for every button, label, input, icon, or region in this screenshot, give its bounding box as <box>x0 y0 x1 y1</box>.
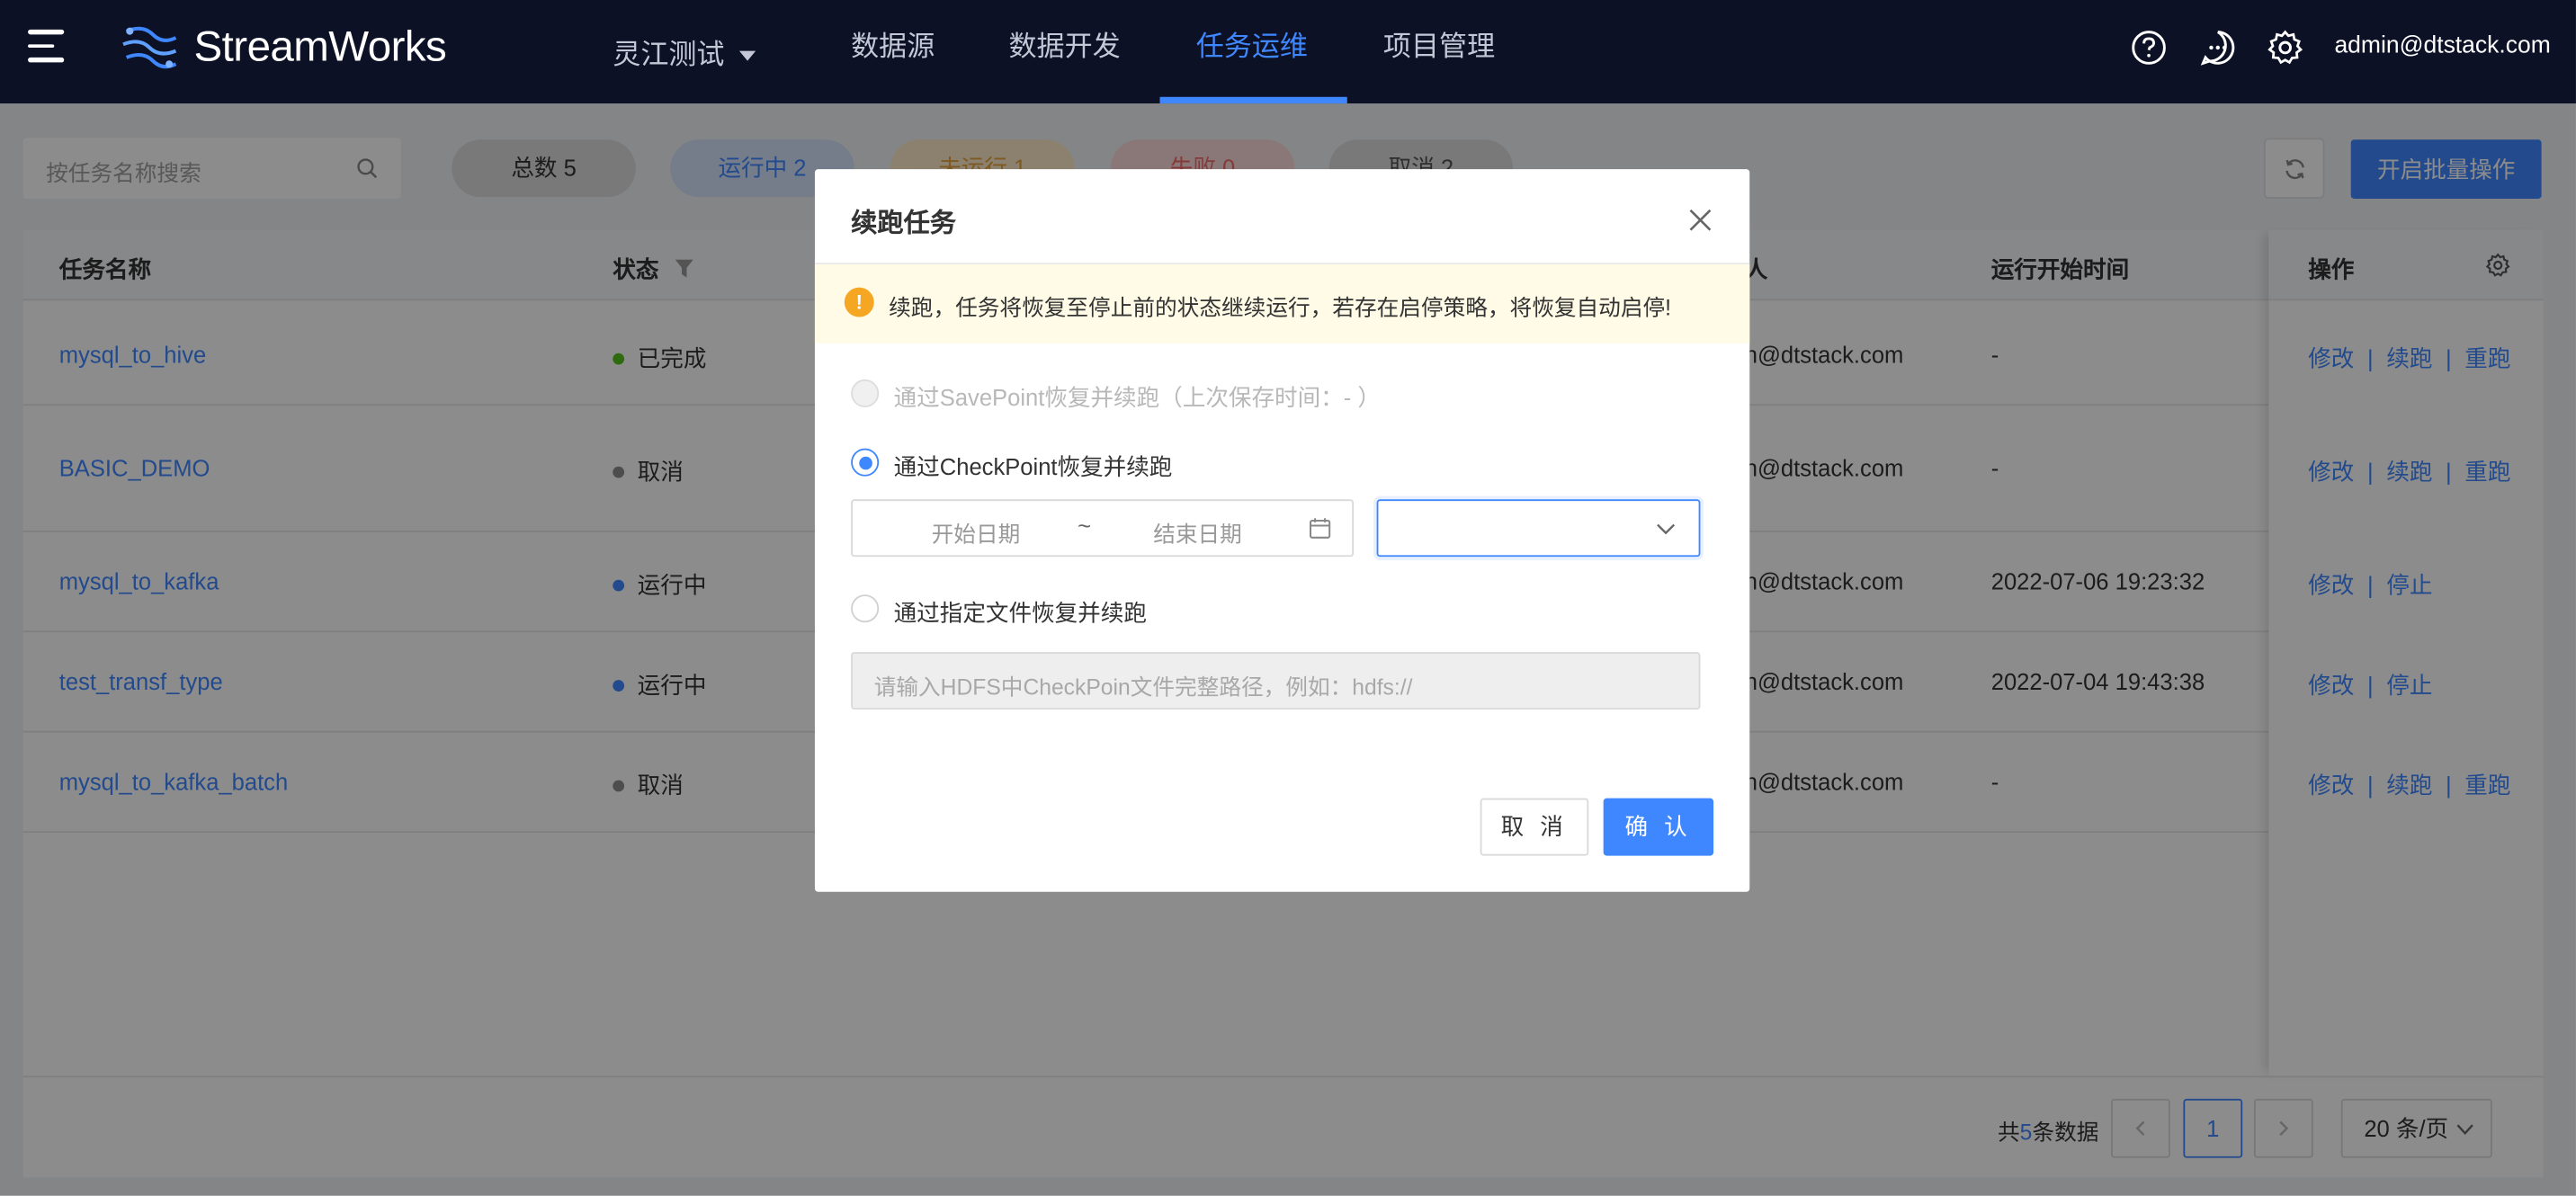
warning-alert: ! 续跑，任务将恢复至停止前的状态继续运行，若存在启停策略，将恢复自动启停! <box>814 264 1750 344</box>
hdfs-path-placeholder: 请输入HDFS中CheckPoin文件完整路径，例如：hdfs:// <box>873 674 1413 701</box>
help-icon[interactable] <box>2131 30 2167 66</box>
nav-development[interactable]: 数据开发 <box>1008 0 1120 103</box>
project-name: 灵江测试 <box>613 39 725 71</box>
dialog-title: 续跑任务 <box>851 210 957 238</box>
checkpoint-select[interactable] <box>1376 499 1701 558</box>
close-icon[interactable] <box>1689 209 1713 232</box>
cancel-button[interactable]: 取 消 <box>1480 798 1589 856</box>
streamworks-logo-icon <box>122 26 177 69</box>
savepoint-radio <box>851 379 880 407</box>
checkpoint-radio[interactable] <box>851 448 880 477</box>
warning-icon: ! <box>844 287 874 317</box>
calendar-icon <box>1309 518 1331 539</box>
start-date-input[interactable]: 开始日期 <box>932 516 1021 549</box>
file-option-label[interactable]: 通过指定文件恢复并续跑 <box>894 596 1147 629</box>
nav-operations[interactable]: 任务运维 <box>1196 0 1308 103</box>
nav-datasource[interactable]: 数据源 <box>851 0 935 103</box>
settings-gear-icon[interactable] <box>2267 30 2303 66</box>
project-switcher[interactable]: 灵江测试 <box>613 31 756 73</box>
savepoint-option-label: 通过SavePoint恢复并续跑（上次保存时间：- ） <box>893 384 1381 411</box>
date-range-picker[interactable]: 开始日期 ~ 结束日期 <box>851 499 1355 558</box>
nav-project-management[interactable]: 项目管理 <box>1383 0 1495 103</box>
top-navigation: StreamWorks 灵江测试 数据源 数据开发 任务运维 项目管理 admi… <box>0 0 2576 104</box>
chevron-down-icon <box>1657 523 1676 535</box>
end-date-input[interactable]: 结束日期 <box>1153 516 1242 549</box>
date-range-separator: ~ <box>1078 512 1092 540</box>
nav-active-indicator <box>1159 96 1347 104</box>
hdfs-path-input: 请输入HDFS中CheckPoin文件完整路径，例如：hdfs:// <box>851 652 1701 710</box>
user-account[interactable]: admin@dtstack.com <box>2334 33 2550 59</box>
hamburger-menu-icon[interactable] <box>28 29 65 63</box>
checkpoint-option-label[interactable]: 通过CheckPoint恢复并续跑 <box>894 450 1173 483</box>
resume-task-dialog: 续跑任务 ! 续跑，任务将恢复至停止前的状态继续运行，若存在启停策略，将恢复自动… <box>814 169 1750 892</box>
confirm-button[interactable]: 确 认 <box>1603 798 1714 856</box>
file-radio[interactable] <box>851 594 880 623</box>
app-name: StreamWorks <box>193 21 447 71</box>
message-icon[interactable] <box>2200 30 2236 66</box>
alert-message: 续跑，任务将恢复至停止前的状态继续运行，若存在启停策略，将恢复自动启停! <box>889 295 1672 321</box>
caret-down-icon <box>738 49 756 60</box>
